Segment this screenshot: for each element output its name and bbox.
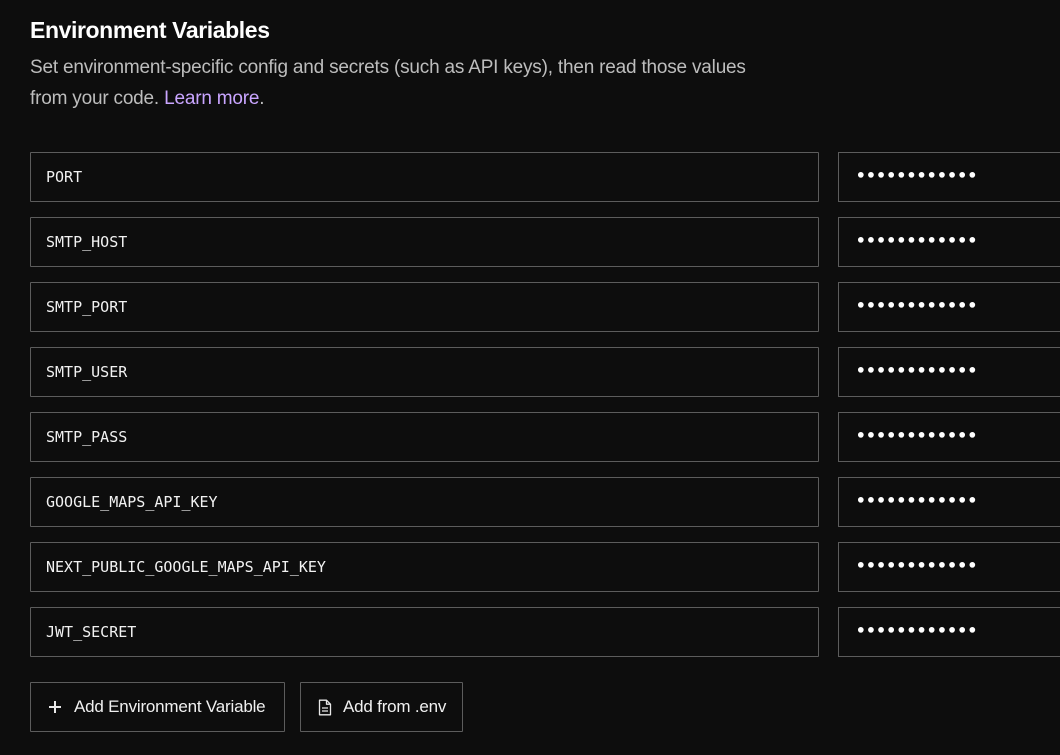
masked-value: ••••••••••••: [856, 230, 978, 250]
page-title: Environment Variables: [30, 17, 270, 43]
env-variable-row: PORT ••••••••••••: [30, 152, 1060, 202]
env-key-input[interactable]: NEXT_PUBLIC_GOOGLE_MAPS_API_KEY: [30, 542, 819, 592]
plus-icon: [49, 701, 61, 713]
env-actions: Add Environment Variable Add from .env: [30, 682, 463, 732]
masked-value: ••••••••••••: [856, 360, 978, 380]
page-description: Set environment-specific config and secr…: [30, 53, 750, 114]
env-variable-row: JWT_SECRET ••••••••••••: [30, 607, 1060, 657]
masked-value: ••••••••••••: [856, 295, 978, 315]
description-trailing: .: [259, 87, 265, 109]
learn-more-link[interactable]: Learn more: [164, 88, 259, 109]
masked-value: ••••••••••••: [856, 425, 978, 445]
add-env-variable-button[interactable]: Add Environment Variable: [30, 682, 285, 732]
env-value-input[interactable]: ••••••••••••: [838, 542, 1060, 592]
masked-value: ••••••••••••: [856, 165, 978, 185]
add-from-env-button[interactable]: Add from .env: [300, 682, 463, 732]
env-key-input[interactable]: JWT_SECRET: [30, 607, 819, 657]
description-text: Set environment-specific config and secr…: [30, 57, 746, 109]
env-variable-row: SMTP_USER ••••••••••••: [30, 347, 1060, 397]
env-variable-row: SMTP_PORT ••••••••••••: [30, 282, 1060, 332]
env-value-input[interactable]: ••••••••••••: [838, 217, 1060, 267]
env-key-input[interactable]: SMTP_USER: [30, 347, 819, 397]
env-key-input[interactable]: SMTP_HOST: [30, 217, 819, 267]
env-value-input[interactable]: ••••••••••••: [838, 477, 1060, 527]
env-value-input[interactable]: ••••••••••••: [838, 607, 1060, 657]
masked-value: ••••••••••••: [856, 620, 978, 640]
env-variable-row: SMTP_HOST ••••••••••••: [30, 217, 1060, 267]
env-key-input[interactable]: GOOGLE_MAPS_API_KEY: [30, 477, 819, 527]
env-variable-row: SMTP_PASS ••••••••••••: [30, 412, 1060, 462]
env-variable-list: PORT •••••••••••• SMTP_HOST ••••••••••••…: [30, 152, 1060, 672]
env-value-input[interactable]: ••••••••••••: [838, 347, 1060, 397]
file-icon: [318, 699, 332, 716]
env-key-input[interactable]: SMTP_PASS: [30, 412, 819, 462]
env-key-input[interactable]: PORT: [30, 152, 819, 202]
env-value-input[interactable]: ••••••••••••: [838, 152, 1060, 202]
env-value-input[interactable]: ••••••••••••: [838, 282, 1060, 332]
env-variable-row: GOOGLE_MAPS_API_KEY ••••••••••••: [30, 477, 1060, 527]
env-key-input[interactable]: SMTP_PORT: [30, 282, 819, 332]
masked-value: ••••••••••••: [856, 490, 978, 510]
add-from-env-label: Add from .env: [343, 697, 447, 716]
env-value-input[interactable]: ••••••••••••: [838, 412, 1060, 462]
masked-value: ••••••••••••: [856, 555, 978, 575]
env-variable-row: NEXT_PUBLIC_GOOGLE_MAPS_API_KEY ••••••••…: [30, 542, 1060, 592]
add-env-variable-label: Add Environment Variable: [74, 697, 266, 716]
